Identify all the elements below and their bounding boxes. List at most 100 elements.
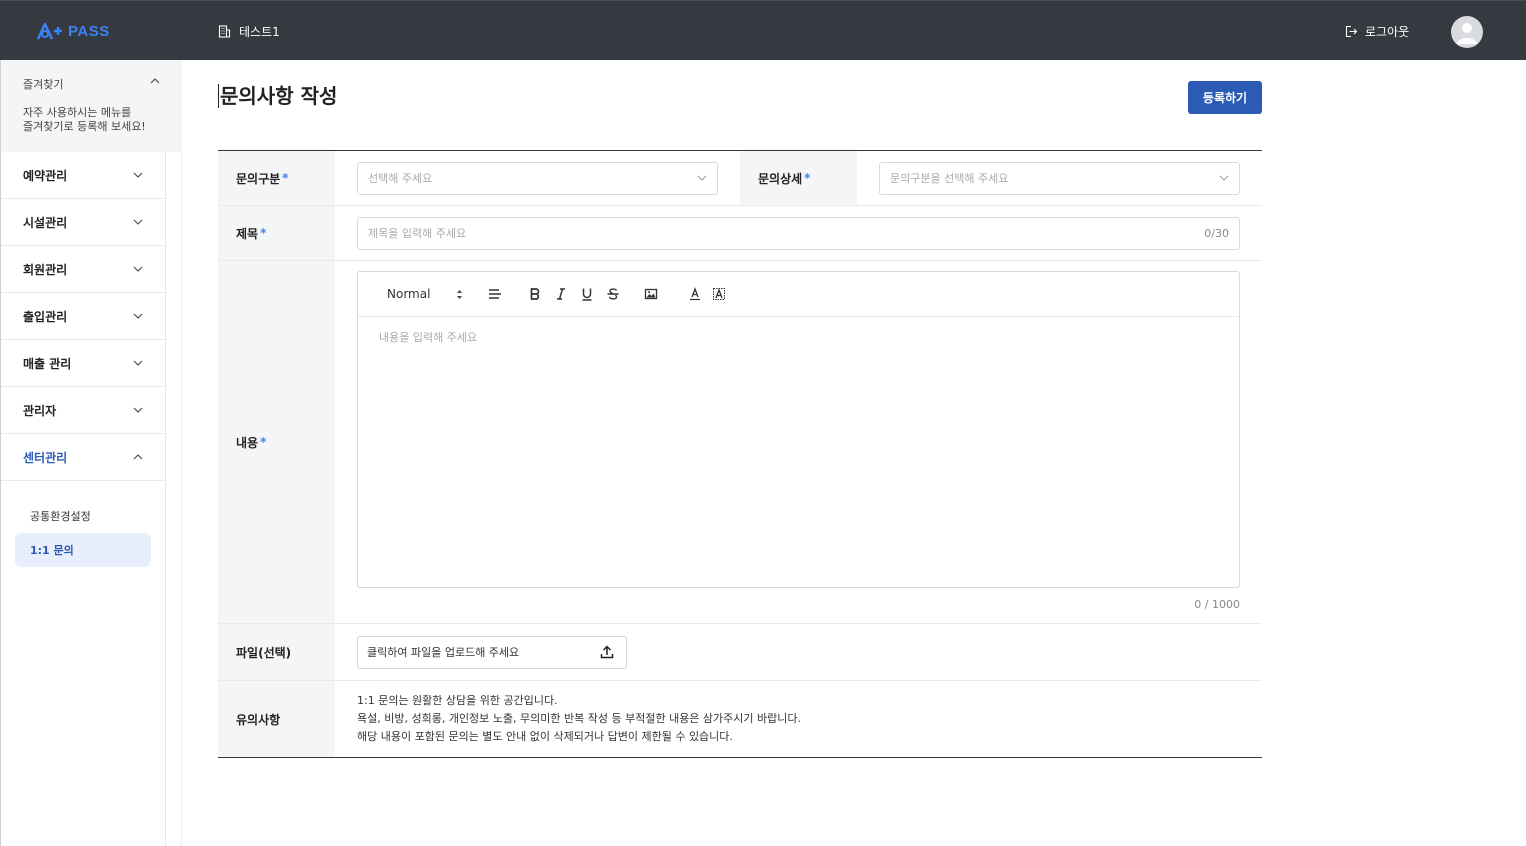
user-icon <box>1457 23 1477 44</box>
inquiry-form: 문의구분 * 선택해 주세요 문의상세 * 문의구분을 선택해 주세요 제목 * 제목… <box>218 150 1262 758</box>
sidebar-item-facility[interactable]: 시설관리 <box>1 199 165 246</box>
chevron-down-icon <box>133 407 143 413</box>
strikethrough-icon <box>607 288 619 300</box>
sidebar-item-sales[interactable]: 매출 관리 <box>1 340 165 387</box>
sidebar-subitem-inquiry[interactable]: 1:1 문의 <box>15 533 151 567</box>
content-editor-input[interactable]: 내용을 입력해 주세요 <box>358 317 1239 587</box>
app-logo[interactable]: PASS <box>36 21 110 41</box>
category-select[interactable]: 선택해 주세요 <box>357 161 718 195</box>
subject-input[interactable]: 제목을 입력해 주세요 0/30 <box>357 216 1240 250</box>
required-mark: * <box>804 171 811 185</box>
file-label: 파일(선택) <box>218 624 335 680</box>
italic-button[interactable] <box>551 284 571 304</box>
center-selector[interactable]: 테스트1 <box>218 23 280 40</box>
notice-line: 1:1 문의는 원활한 상담을 위한 공간입니다. <box>357 694 558 707</box>
sidebar-item-admin[interactable]: 관리자 <box>1 387 165 434</box>
background-color-button[interactable] <box>709 284 729 304</box>
form-row-subject: 제목 * 제목을 입력해 주세요 0/30 <box>218 206 1262 261</box>
sort-arrows-icon <box>457 289 463 299</box>
file-cell: 클릭하여 파일을 업로드해 주세요 <box>335 624 1262 680</box>
chevron-down-icon <box>697 175 707 181</box>
notice-cell: 1:1 문의는 원활한 상담을 위한 공간입니다. 욕설, 비방, 성희롱, 개… <box>335 681 1262 757</box>
sidebar-item-label: 센터관리 <box>23 450 68 465</box>
notice-line: 욕설, 비방, 성희롱, 개인정보 노출, 무의미한 반복 작성 등 부적절한 … <box>357 712 801 725</box>
favorites-title: 즐겨찾기 <box>23 78 64 91</box>
sidebar-item-center[interactable]: 센터관리 <box>1 434 165 481</box>
subject-label: 제목 * <box>218 206 335 260</box>
form-row-content: 내용 * Normal 내용을 입력해 주세요 0 / 1000 <box>218 261 1262 624</box>
content-counter: 0 / 1000 <box>1194 598 1240 611</box>
subject-label-text: 제목 <box>236 226 259 241</box>
detail-label-text: 문의상세 <box>758 171 803 186</box>
image-button[interactable] <box>641 284 661 304</box>
sidebar: 즐겨찾기 자주 사용하시는 메뉴를 즐겨찾기로 등록해 보세요! 예약관리 시설… <box>0 60 182 846</box>
notice-line: 해당 내용이 포함된 문의는 별도 안내 없이 삭제되거나 답변이 제한될 수 … <box>357 730 733 743</box>
content-label: 내용 * <box>218 261 335 623</box>
content-label-text: 내용 <box>236 435 259 450</box>
text-color-icon <box>690 287 701 301</box>
sidebar-item-label: 예약관리 <box>23 168 68 183</box>
top-header: PASS 테스트1 로그아웃 <box>0 0 1526 60</box>
detail-cell: 문의구분을 선택해 주세요 <box>857 151 1262 205</box>
required-mark: * <box>282 171 289 185</box>
sidebar-item-label: 시설관리 <box>23 215 68 230</box>
sidebar-item-label: 회원관리 <box>23 262 68 277</box>
sidebar-divider <box>181 60 182 846</box>
required-mark: * <box>260 435 267 449</box>
format-select[interactable]: Normal <box>387 287 463 301</box>
align-button[interactable] <box>485 284 505 304</box>
sidebar-subitem-settings[interactable]: 공통환경설정 <box>15 499 151 533</box>
logout-label: 로그아웃 <box>1365 25 1410 39</box>
content-cell: Normal 내용을 입력해 주세요 0 / 1000 <box>335 261 1262 623</box>
chevron-up-icon[interactable] <box>150 78 160 84</box>
notice-label: 유의사항 <box>218 681 335 757</box>
underline-button[interactable] <box>577 284 597 304</box>
detail-placeholder: 문의구분을 선택해 주세요 <box>890 172 1009 185</box>
category-cell: 선택해 주세요 <box>335 151 740 205</box>
underline-icon <box>582 288 592 301</box>
file-upload-input[interactable]: 클릭하여 파일을 업로드해 주세요 <box>357 635 627 669</box>
avatar[interactable] <box>1451 16 1483 48</box>
rich-text-editor: Normal 내용을 입력해 주세요 <box>357 271 1240 588</box>
sidebar-item-reservation[interactable]: 예약관리 <box>1 152 165 199</box>
submit-button[interactable]: 등록하기 <box>1188 81 1262 114</box>
sidebar-item-access[interactable]: 출입관리 <box>1 293 165 340</box>
upload-icon <box>600 645 614 659</box>
detail-label: 문의상세 * <box>740 151 857 205</box>
image-icon <box>645 288 658 300</box>
editor-toolbar: Normal <box>358 272 1239 317</box>
bold-icon <box>531 288 540 300</box>
italic-icon <box>557 288 566 300</box>
logout-icon <box>1345 25 1358 38</box>
chevron-down-icon <box>133 360 143 366</box>
subject-counter: 0/30 <box>1204 226 1229 240</box>
subject-cell: 제목을 입력해 주세요 0/30 <box>335 206 1262 260</box>
text-color-button[interactable] <box>685 284 705 304</box>
strike-button[interactable] <box>603 284 623 304</box>
form-row-category: 문의구분 * 선택해 주세요 문의상세 * 문의구분을 선택해 주세요 <box>218 151 1262 206</box>
chevron-down-icon <box>133 266 143 272</box>
favorites-desc: 자주 사용하시는 메뉴를 즐겨찾기로 등록해 보세요! <box>23 106 160 134</box>
category-placeholder: 선택해 주세요 <box>368 172 433 185</box>
form-row-file: 파일(선택) 클릭하여 파일을 업로드해 주세요 <box>218 624 1262 681</box>
chevron-down-icon <box>133 219 143 225</box>
category-label-text: 문의구분 <box>236 171 281 186</box>
sidebar-item-members[interactable]: 회원관리 <box>1 246 165 293</box>
favorites-desc-line: 즐겨찾기로 등록해 보세요! <box>23 120 146 133</box>
logo-icon <box>36 22 62 40</box>
sidebar-item-label: 관리자 <box>23 403 57 418</box>
building-icon <box>218 25 231 38</box>
sidebar-item-label: 출입관리 <box>23 309 68 324</box>
chevron-down-icon <box>133 172 143 178</box>
format-select-value: Normal <box>387 287 431 301</box>
background-color-icon <box>713 288 726 300</box>
favorites-desc-line: 자주 사용하시는 메뉴를 <box>23 106 132 119</box>
detail-select[interactable]: 문의구분을 선택해 주세요 <box>879 161 1240 195</box>
page-title: 문의사항 작성 <box>218 84 338 108</box>
logout-button[interactable]: 로그아웃 <box>1345 23 1409 40</box>
file-upload-placeholder: 클릭하여 파일을 업로드해 주세요 <box>367 646 520 659</box>
bold-button[interactable] <box>525 284 545 304</box>
center-name: 테스트1 <box>239 25 280 39</box>
required-mark: * <box>260 226 267 240</box>
sidebar-submenu: 공통환경설정 1:1 문의 <box>1 481 165 567</box>
